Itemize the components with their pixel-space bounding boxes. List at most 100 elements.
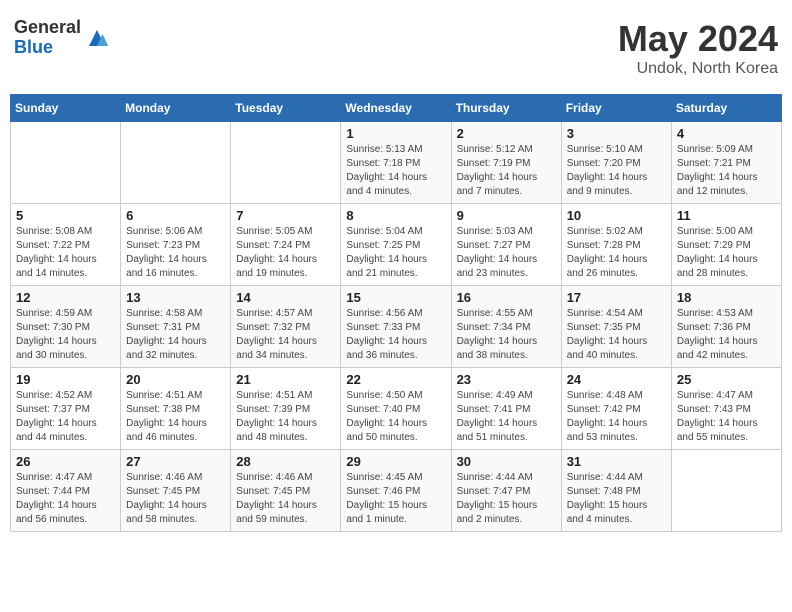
calendar-cell: 17 Sunrise: 4:54 AM Sunset: 7:35 PM Dayli…: [561, 286, 671, 368]
calendar-table: SundayMondayTuesdayWednesdayThursdayFrid…: [10, 94, 782, 532]
calendar-cell: 18 Sunrise: 4:53 AM Sunset: 7:36 PM Dayli…: [671, 286, 781, 368]
calendar-cell: [11, 122, 121, 204]
calendar-cell: 3 Sunrise: 5:10 AM Sunset: 7:20 PM Daylig…: [561, 122, 671, 204]
day-number: 15: [346, 290, 445, 305]
calendar-cell: 11Sunrise: 5:00 AM Sunset: 7:29 PM Dayli…: [671, 204, 781, 286]
day-number: 25: [677, 372, 776, 387]
page-header: General Blue May 2024 Undok, North Korea: [10, 10, 782, 86]
day-info: Sunrise: 5:03 AM Sunset: 7:27 PM Dayligh…: [457, 225, 556, 281]
day-number: 18: [677, 290, 776, 305]
day-number: 9: [457, 208, 556, 223]
day-info: Sunrise: 4:50 AM Sunset: 7:40 PM Dayligh…: [346, 389, 445, 445]
day-number: 21: [236, 372, 335, 387]
day-info: Sunrise: 4:45 AM Sunset: 7:46 PM Dayligh…: [346, 471, 445, 527]
calendar-cell: 2 Sunrise: 5:12 AM Sunset: 7:19 PM Daylig…: [451, 122, 561, 204]
day-number: 7: [236, 208, 335, 223]
day-number: 27: [126, 454, 225, 469]
day-number: 30: [457, 454, 556, 469]
day-info: Sunrise: 5:05 AM Sunset: 7:24 PM Dayligh…: [236, 225, 335, 281]
calendar-cell: 31Sunrise: 4:44 AM Sunset: 7:48 PM Dayli…: [561, 450, 671, 532]
day-number: 2: [457, 126, 556, 141]
day-number: 11: [677, 208, 776, 223]
calendar-cell: [671, 450, 781, 532]
calendar-cell: 10 Sunrise: 5:02 AM Sunset: 7:28 PM Dayli…: [561, 204, 671, 286]
day-info: Sunrise: 4:51 AM Sunset: 7:39 PM Dayligh…: [236, 389, 335, 445]
calendar-cell: 13 Sunrise: 4:58 AM Sunset: 7:31 PM Dayli…: [121, 286, 231, 368]
calendar-cell: 27 Sunrise: 4:46 AM Sunset: 7:45 PM Dayli…: [121, 450, 231, 532]
day-info: Sunrise: 4:48 AM Sunset: 7:42 PM Dayligh…: [567, 389, 666, 445]
calendar-cell: 20Sunrise: 4:51 AM Sunset: 7:38 PM Dayli…: [121, 368, 231, 450]
day-number: 20: [126, 372, 225, 387]
calendar-cell: 4Sunrise: 5:09 AM Sunset: 7:21 PM Daylig…: [671, 122, 781, 204]
weekday-header-monday: Monday: [121, 95, 231, 122]
calendar-cell: 6 Sunrise: 5:06 AM Sunset: 7:23 PM Daylig…: [121, 204, 231, 286]
day-number: 22: [346, 372, 445, 387]
week-row-4: 19 Sunrise: 4:52 AM Sunset: 7:37 PM Dayli…: [11, 368, 782, 450]
calendar-cell: 5Sunrise: 5:08 AM Sunset: 7:22 PM Daylig…: [11, 204, 121, 286]
day-number: 29: [346, 454, 445, 469]
calendar-cell: 22 Sunrise: 4:50 AM Sunset: 7:40 PM Dayli…: [341, 368, 451, 450]
day-number: 6: [126, 208, 225, 223]
calendar-cell: 25 Sunrise: 4:47 AM Sunset: 7:43 PM Dayli…: [671, 368, 781, 450]
weekday-header-row: SundayMondayTuesdayWednesdayThursdayFrid…: [11, 95, 782, 122]
day-number: 23: [457, 372, 556, 387]
day-number: 8: [346, 208, 445, 223]
day-info: Sunrise: 4:46 AM Sunset: 7:45 PM Dayligh…: [236, 471, 335, 527]
day-info: Sunrise: 4:57 AM Sunset: 7:32 PM Dayligh…: [236, 307, 335, 363]
logo-icon: [85, 26, 109, 50]
day-info: Sunrise: 5:02 AM Sunset: 7:28 PM Dayligh…: [567, 225, 666, 281]
calendar-cell: 12 Sunrise: 4:59 AM Sunset: 7:30 PM Dayli…: [11, 286, 121, 368]
calendar-cell: 30 Sunrise: 4:44 AM Sunset: 7:47 PM Dayli…: [451, 450, 561, 532]
day-number: 19: [16, 372, 115, 387]
day-number: 3: [567, 126, 666, 141]
day-number: 17: [567, 290, 666, 305]
title-block: May 2024 Undok, North Korea: [618, 18, 778, 78]
day-info: Sunrise: 5:06 AM Sunset: 7:23 PM Dayligh…: [126, 225, 225, 281]
day-number: 16: [457, 290, 556, 305]
calendar-cell: 23 Sunrise: 4:49 AM Sunset: 7:41 PM Dayli…: [451, 368, 561, 450]
calendar-cell: 24Sunrise: 4:48 AM Sunset: 7:42 PM Dayli…: [561, 368, 671, 450]
weekday-header-saturday: Saturday: [671, 95, 781, 122]
calendar-cell: 29 Sunrise: 4:45 AM Sunset: 7:46 PM Dayli…: [341, 450, 451, 532]
day-info: Sunrise: 4:52 AM Sunset: 7:37 PM Dayligh…: [16, 389, 115, 445]
day-number: 14: [236, 290, 335, 305]
day-info: Sunrise: 4:46 AM Sunset: 7:45 PM Dayligh…: [126, 471, 225, 527]
weekday-header-tuesday: Tuesday: [231, 95, 341, 122]
calendar-cell: [231, 122, 341, 204]
day-number: 31: [567, 454, 666, 469]
day-info: Sunrise: 4:59 AM Sunset: 7:30 PM Dayligh…: [16, 307, 115, 363]
day-info: Sunrise: 5:08 AM Sunset: 7:22 PM Dayligh…: [16, 225, 115, 281]
logo-blue-text: Blue: [14, 38, 81, 58]
day-number: 10: [567, 208, 666, 223]
month-title: May 2024: [618, 18, 778, 60]
weekday-header-thursday: Thursday: [451, 95, 561, 122]
day-info: Sunrise: 5:04 AM Sunset: 7:25 PM Dayligh…: [346, 225, 445, 281]
calendar-cell: 1 Sunrise: 5:13 AM Sunset: 7:18 PM Daylig…: [341, 122, 451, 204]
day-info: Sunrise: 5:13 AM Sunset: 7:18 PM Dayligh…: [346, 143, 445, 199]
day-number: 13: [126, 290, 225, 305]
calendar-cell: 28 Sunrise: 4:46 AM Sunset: 7:45 PM Dayli…: [231, 450, 341, 532]
day-info: Sunrise: 5:10 AM Sunset: 7:20 PM Dayligh…: [567, 143, 666, 199]
day-info: Sunrise: 4:47 AM Sunset: 7:43 PM Dayligh…: [677, 389, 776, 445]
calendar-cell: 8 Sunrise: 5:04 AM Sunset: 7:25 PM Daylig…: [341, 204, 451, 286]
day-info: Sunrise: 4:49 AM Sunset: 7:41 PM Dayligh…: [457, 389, 556, 445]
day-info: Sunrise: 4:44 AM Sunset: 7:47 PM Dayligh…: [457, 471, 556, 527]
day-info: Sunrise: 4:55 AM Sunset: 7:34 PM Dayligh…: [457, 307, 556, 363]
day-info: Sunrise: 5:12 AM Sunset: 7:19 PM Dayligh…: [457, 143, 556, 199]
logo-general-text: General: [14, 18, 81, 38]
day-info: Sunrise: 4:47 AM Sunset: 7:44 PM Dayligh…: [16, 471, 115, 527]
day-info: Sunrise: 4:54 AM Sunset: 7:35 PM Dayligh…: [567, 307, 666, 363]
day-number: 4: [677, 126, 776, 141]
day-info: Sunrise: 4:53 AM Sunset: 7:36 PM Dayligh…: [677, 307, 776, 363]
day-number: 28: [236, 454, 335, 469]
week-row-3: 12 Sunrise: 4:59 AM Sunset: 7:30 PM Dayli…: [11, 286, 782, 368]
day-info: Sunrise: 4:56 AM Sunset: 7:33 PM Dayligh…: [346, 307, 445, 363]
day-info: Sunrise: 4:58 AM Sunset: 7:31 PM Dayligh…: [126, 307, 225, 363]
calendar-cell: [121, 122, 231, 204]
day-number: 1: [346, 126, 445, 141]
calendar-cell: 26 Sunrise: 4:47 AM Sunset: 7:44 PM Dayli…: [11, 450, 121, 532]
weekday-header-wednesday: Wednesday: [341, 95, 451, 122]
location-subtitle: Undok, North Korea: [618, 60, 778, 78]
day-number: 12: [16, 290, 115, 305]
day-number: 26: [16, 454, 115, 469]
